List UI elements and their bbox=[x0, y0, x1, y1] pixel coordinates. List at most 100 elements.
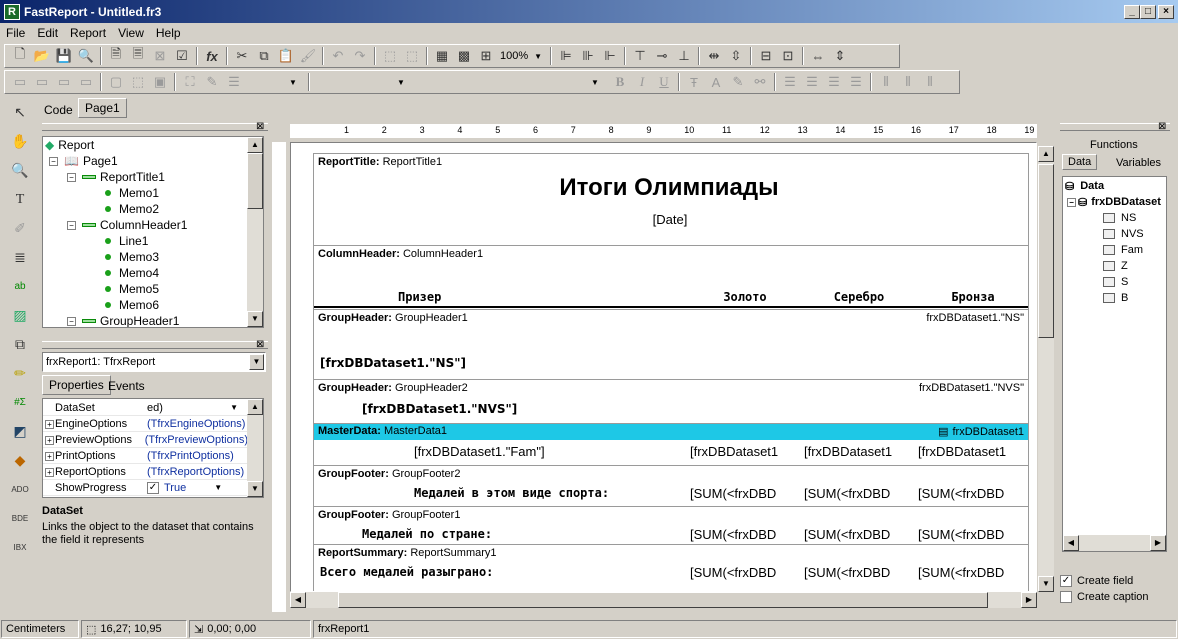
fam-field[interactable]: [frxDBDataset1."Fam"] bbox=[414, 444, 652, 459]
page-settings-icon[interactable]: ☑ bbox=[171, 45, 193, 67]
frame-color-icon[interactable]: ✎ bbox=[201, 71, 223, 93]
text-align-left-icon[interactable]: ☰ bbox=[779, 71, 801, 93]
checkbox-checked-icon[interactable]: ✓ bbox=[1060, 575, 1072, 587]
scroll-down-icon[interactable]: ▼ bbox=[247, 311, 263, 327]
select-tool-icon[interactable]: ↖ bbox=[4, 98, 36, 127]
country-silver-sum[interactable]: [SUM(<frxDBD bbox=[804, 527, 914, 542]
valign-top-icon[interactable]: ⦀ bbox=[875, 71, 897, 93]
frame-none-icon[interactable]: ⬚ bbox=[127, 71, 149, 93]
menu-view[interactable]: View bbox=[112, 26, 150, 40]
data-panel-grip[interactable] bbox=[1060, 123, 1170, 131]
undo-icon[interactable]: ↶ bbox=[327, 45, 349, 67]
property-value[interactable]: (TfrxEngineOptions) bbox=[147, 418, 245, 430]
scroll-up-icon[interactable]: ▲ bbox=[1038, 146, 1054, 162]
close-button[interactable]: × bbox=[1158, 4, 1174, 19]
format-copy-tool-icon[interactable]: ✐ bbox=[4, 214, 36, 243]
preview-icon[interactable]: 🔍 bbox=[75, 45, 97, 67]
header-line[interactable] bbox=[314, 306, 1028, 308]
tree-item-report[interactable]: ◆ Report bbox=[45, 137, 94, 153]
paste-icon[interactable]: 📋 bbox=[275, 45, 297, 67]
menu-file[interactable]: File bbox=[0, 26, 31, 40]
tab-functions[interactable]: Functions bbox=[1090, 139, 1138, 151]
sport-silver-sum[interactable]: [SUM(<frxDBD bbox=[804, 486, 914, 501]
menu-edit[interactable]: Edit bbox=[31, 26, 64, 40]
header-bronze[interactable]: Бронза bbox=[918, 290, 1028, 304]
sport-total-label[interactable]: Медалей в этом виде спорта: bbox=[414, 486, 609, 500]
band-report-title[interactable]: ReportTitle: ReportTitle1 Итоги Олимпиад… bbox=[313, 153, 1029, 245]
text-align-justify-icon[interactable]: ☰ bbox=[845, 71, 867, 93]
align-bottom-icon[interactable]: ⊥ bbox=[673, 45, 695, 67]
scroll-left-icon[interactable]: ◀ bbox=[290, 592, 306, 608]
tree-item-memo3[interactable]: Memo3 bbox=[105, 249, 159, 265]
frame-width-select[interactable]: ▼ bbox=[245, 76, 305, 88]
bde-tool-icon[interactable]: BDE bbox=[4, 504, 36, 533]
band-column-header[interactable]: ColumnHeader: ColumnHeader1 Призер Золот… bbox=[313, 245, 1029, 309]
frame-right-icon[interactable]: ▭ bbox=[75, 71, 97, 93]
tree-scrollbar[interactable]: ▲ ▼ bbox=[247, 137, 263, 327]
country-total-label[interactable]: Медалей по стране: bbox=[362, 527, 492, 541]
field-z[interactable]: Z bbox=[1103, 258, 1128, 274]
align-left-icon[interactable]: ⊫ bbox=[555, 45, 577, 67]
hand-tool-icon[interactable]: ✋ bbox=[4, 127, 36, 156]
property-value[interactable]: True bbox=[164, 482, 186, 494]
tab-properties[interactable]: Properties bbox=[42, 375, 111, 395]
ado-tool-icon[interactable]: ADO bbox=[4, 475, 36, 504]
expand-icon[interactable]: + bbox=[45, 467, 54, 477]
align-to-grid-icon[interactable]: ▩ bbox=[453, 45, 475, 67]
scroll-down-icon[interactable]: ▼ bbox=[247, 481, 263, 497]
scroll-thumb[interactable] bbox=[338, 592, 988, 608]
tree-item-reporttitle1[interactable]: − ReportTitle1 bbox=[67, 169, 165, 185]
country-gold-sum[interactable]: [SUM(<frxDBD bbox=[690, 527, 800, 542]
open-icon[interactable]: 📂 bbox=[31, 45, 53, 67]
align-middle-icon[interactable]: ⊸ bbox=[651, 45, 673, 67]
property-row[interactable]: + PrintOptions (TfrxPrintOptions) bbox=[43, 448, 248, 464]
same-height-icon[interactable]: ⇕ bbox=[829, 45, 851, 67]
fit-to-grid-icon[interactable]: ⊞ bbox=[475, 45, 497, 67]
align-right-icon[interactable]: ⊩ bbox=[599, 45, 621, 67]
font-name-select[interactable]: ▼ bbox=[413, 76, 603, 88]
field-s[interactable]: S bbox=[1103, 274, 1128, 290]
checkbox-unchecked-icon[interactable] bbox=[1060, 591, 1072, 603]
frame-top-icon[interactable]: ▭ bbox=[9, 71, 31, 93]
chevron-down-icon[interactable]: ▼ bbox=[230, 403, 238, 412]
close-icon[interactable]: ⊠ bbox=[256, 339, 264, 350]
chevron-down-icon[interactable]: ▼ bbox=[214, 483, 222, 492]
sysmemo-tool-icon[interactable]: #Σ bbox=[4, 388, 36, 417]
menu-report[interactable]: Report bbox=[64, 26, 112, 40]
band-group-header2[interactable]: GroupHeader: GroupHeader2 frxDBDataset1.… bbox=[313, 379, 1029, 423]
field-fam[interactable]: Fam bbox=[1103, 242, 1143, 258]
header-prize-winner[interactable]: Призер bbox=[398, 290, 441, 304]
tab-variables[interactable]: Variables bbox=[1116, 157, 1161, 169]
memo-tool-icon[interactable]: ab bbox=[4, 272, 36, 301]
property-row[interactable]: ShowProgress ✓ True ▼ bbox=[43, 480, 248, 496]
valign-middle-icon[interactable]: ⦀ bbox=[897, 71, 919, 93]
scroll-left-icon[interactable]: ◀ bbox=[1063, 535, 1079, 551]
text-tool-icon[interactable]: T bbox=[4, 185, 36, 214]
property-row[interactable]: DataSet ed) ▼ bbox=[43, 400, 248, 416]
tab-page1[interactable]: Page1 bbox=[78, 98, 127, 118]
property-row[interactable]: + PreviewOptions (TfrxPreviewOptions) bbox=[43, 432, 248, 448]
scroll-down-icon[interactable]: ▼ bbox=[1038, 576, 1054, 592]
sport-gold-sum[interactable]: [SUM(<frxDBD bbox=[690, 486, 800, 501]
subreport-tool-icon[interactable]: ⧉ bbox=[4, 330, 36, 359]
frame-all-icon[interactable]: ▢ bbox=[105, 71, 127, 93]
country-bronze-sum[interactable]: [SUM(<frxDBD bbox=[918, 527, 1028, 542]
frame-bottom-icon[interactable]: ▭ bbox=[31, 71, 53, 93]
text-align-right-icon[interactable]: ☰ bbox=[823, 71, 845, 93]
ns-field[interactable]: [frxDBDataset1."NS"] bbox=[320, 356, 466, 370]
space-vertical-icon[interactable]: ⇳ bbox=[725, 45, 747, 67]
silver-field[interactable]: [frxDBDataset1 bbox=[804, 444, 914, 459]
expand-icon[interactable]: + bbox=[45, 419, 54, 429]
tree-item-memo4[interactable]: Memo4 bbox=[105, 265, 159, 281]
new-icon[interactable]: 🗋 bbox=[9, 45, 31, 67]
close-icon[interactable]: ⊠ bbox=[256, 121, 264, 132]
property-value[interactable]: ed) bbox=[147, 402, 230, 414]
property-scrollbar[interactable]: ▲ ▼ bbox=[247, 399, 263, 497]
tab-code[interactable]: Code bbox=[38, 101, 79, 119]
delete-page-icon[interactable]: ⊠ bbox=[149, 45, 171, 67]
scroll-up-icon[interactable]: ▲ bbox=[247, 137, 263, 153]
tree-item-groupheader1[interactable]: − GroupHeader1 bbox=[67, 313, 179, 327]
band-report-summary[interactable]: ReportSummary: ReportSummary1 Всего меда… bbox=[313, 544, 1029, 591]
scroll-up-icon[interactable]: ▲ bbox=[247, 399, 263, 415]
same-width-icon[interactable]: ⇔ bbox=[807, 45, 829, 67]
